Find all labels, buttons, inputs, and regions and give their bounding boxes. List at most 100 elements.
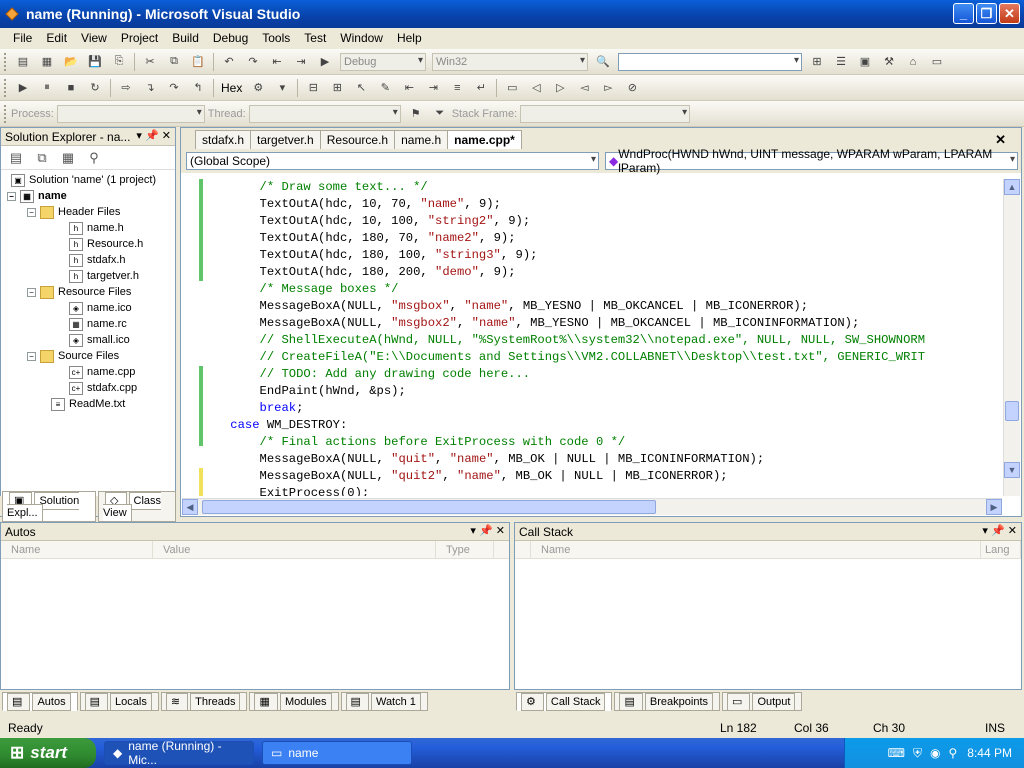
toolbox-icon[interactable]: ⚒ (879, 53, 899, 71)
process-select[interactable] (56, 104, 205, 123)
close-icon[interactable]: ✕ (1008, 525, 1017, 537)
add-item-icon[interactable]: ▦ (37, 53, 57, 71)
solution-explorer-icon[interactable]: ⊞ (807, 53, 827, 71)
code-line[interactable]: // ShellExecuteA(hWnd, NULL, "%SystemRoo… (201, 332, 1001, 349)
find-in-files-icon[interactable]: 🔍 (593, 53, 613, 71)
tab-output[interactable]: ▭ Output (722, 691, 803, 711)
navigate-backward-icon[interactable]: ⇤ (267, 53, 287, 71)
open-file-icon[interactable]: 📂 (61, 53, 81, 71)
code-line[interactable]: // TODO: Add any drawing code here... (201, 366, 1001, 383)
security-shield-icon[interactable]: ⛨ (913, 746, 922, 761)
horizontal-scrollbar[interactable]: ◀ ▶ (182, 498, 1002, 515)
code-line[interactable]: TextOutA(hdc, 10, 100, "string2", 9); (201, 213, 1001, 230)
tab-autos[interactable]: ▤ Autos (2, 691, 78, 711)
auto-hide-pin-icon[interactable]: 📌 (991, 525, 1005, 537)
command-window-icon[interactable]: ▭ (927, 53, 947, 71)
start-page-icon[interactable]: ⌂ (903, 53, 923, 71)
tree-file-item[interactable]: ≡ ReadMe.txt (1, 396, 175, 412)
step-over-icon[interactable]: ↷ (164, 79, 184, 97)
edit-icon[interactable]: ✎ (375, 79, 395, 97)
stack-frame-select[interactable] (520, 104, 691, 123)
view-code-icon[interactable]: ▦ (59, 150, 77, 166)
code-line[interactable]: EndPaint(hWnd, &ps); (201, 383, 1001, 400)
scope-select[interactable]: (Global Scope) (186, 152, 599, 170)
search-icon[interactable]: ⚲ (949, 746, 958, 760)
horizontal-scroll-thumb[interactable] (202, 500, 656, 514)
column-language[interactable]: Lang (981, 541, 1021, 558)
tree-file-item[interactable]: c+ name.cpp (1, 364, 175, 380)
code-line[interactable]: TextOutA(hdc, 180, 100, "string3", 9); (201, 247, 1001, 264)
tab-stdafx-h[interactable]: stdafx.h (195, 130, 252, 149)
properties-icon[interactable]: ▤ (7, 150, 25, 166)
stop-debugging-icon[interactable]: ■ (61, 79, 81, 97)
menu-view[interactable]: View (74, 31, 114, 45)
tab-locals[interactable]: ▤ Locals (79, 691, 159, 711)
taskbar-item-name[interactable]: ▭ name (262, 741, 412, 765)
collapse-icon[interactable]: − (27, 207, 36, 217)
code-line[interactable]: // CreateFileA("E:\\Documents and Settin… (201, 349, 1001, 366)
column-value[interactable]: Value (153, 541, 436, 558)
toolbar-grip[interactable] (4, 104, 7, 123)
navigate-forward-icon[interactable]: ⇥ (291, 53, 311, 71)
auto-hide-pin-icon[interactable]: 📌 (145, 130, 159, 142)
code-line[interactable]: MessageBoxA(NULL, "msgbox", "name", MB_Y… (201, 298, 1001, 315)
code-line[interactable]: /* Final actions before ExitProcess with… (201, 434, 1001, 451)
prev-folder-bookmark-icon[interactable]: ◅ (574, 79, 594, 97)
code-line[interactable]: TextOutA(hdc, 180, 200, "demo", 9); (201, 264, 1001, 281)
start-icon[interactable]: ▶ (315, 53, 335, 71)
auto-hide-pin-icon[interactable]: 📌 (479, 525, 493, 537)
collapse-icon[interactable]: − (27, 287, 36, 297)
paste-icon[interactable]: 📋 (188, 53, 208, 71)
align-icon[interactable]: ≡ (447, 79, 467, 97)
tree-folder-resource[interactable]: − Resource Files (1, 284, 175, 300)
tab-threads[interactable]: ≋ Threads (160, 691, 248, 711)
minimize-button[interactable]: _ (953, 3, 974, 24)
scroll-left-icon[interactable]: ◀ (182, 499, 198, 515)
code-line[interactable]: TextOutA(hdc, 10, 70, "name", 9); (201, 196, 1001, 213)
new-project-icon[interactable]: ▤ (13, 53, 33, 71)
save-all-icon[interactable]: ⎘ (109, 53, 129, 71)
toggle-flag-icon[interactable]: ⚑ (406, 105, 426, 123)
show-next-statement-icon[interactable]: ⇨ (116, 79, 136, 97)
restart-icon[interactable]: ↻ (85, 79, 105, 97)
object-browser-icon[interactable]: ▣ (855, 53, 875, 71)
tab-name-cpp[interactable]: name.cpp* (447, 130, 522, 149)
code-line[interactable]: TextOutA(hdc, 180, 70, "name2", 9); (201, 230, 1001, 247)
column-name[interactable]: Name (1, 541, 153, 558)
menu-debug[interactable]: Debug (206, 31, 255, 45)
menu-build[interactable]: Build (165, 31, 206, 45)
menu-project[interactable]: Project (114, 31, 165, 45)
code-line[interactable]: ExitProcess(0); (201, 485, 1001, 496)
start-button[interactable]: ⊞ start (0, 738, 96, 768)
scroll-up-icon[interactable]: ▲ (1004, 179, 1020, 195)
tree-folder-source[interactable]: − Source Files (1, 348, 175, 364)
column-type[interactable]: Type (436, 541, 494, 558)
tab-modules[interactable]: ▦ Modules (249, 691, 339, 711)
indent-increase-icon[interactable]: ⇥ (423, 79, 443, 97)
window-position-icon[interactable]: ▾ (136, 130, 142, 142)
class-diagram-icon[interactable]: ⚲ (85, 150, 103, 166)
filter-icon[interactable]: ⏷ (430, 105, 450, 123)
code-line[interactable]: case WM_DESTROY: (201, 417, 1001, 434)
tree-file-item[interactable]: h Resource.h (1, 236, 175, 252)
close-icon[interactable]: ✕ (162, 130, 171, 142)
step-out-icon[interactable]: ↰ (188, 79, 208, 97)
menu-test[interactable]: Test (297, 31, 333, 45)
breakpoints-icon[interactable]: ⚙ (248, 79, 268, 97)
wrap-icon[interactable]: ↵ (471, 79, 491, 97)
taskbar-item-visual-studio[interactable]: ◆ name (Running) - Mic... (104, 739, 254, 767)
window-position-icon[interactable]: ▾ (982, 525, 988, 537)
function-select[interactable]: ◆ WndProc(HWND hWnd, UINT message, WPARAM… (605, 147, 1018, 175)
continue-icon[interactable]: ▶ (13, 79, 33, 97)
column-name[interactable]: Name (531, 541, 981, 558)
cut-icon[interactable]: ✂ (140, 53, 160, 71)
tab-breakpoints[interactable]: ▤ Breakpoints (614, 691, 720, 711)
indent-decrease-icon[interactable]: ⇤ (399, 79, 419, 97)
step-into-icon[interactable]: ↴ (140, 79, 160, 97)
close-button[interactable]: ✕ (999, 3, 1020, 24)
tree-project-node[interactable]: − ▦ name (1, 188, 175, 204)
next-folder-bookmark-icon[interactable]: ▻ (598, 79, 618, 97)
prev-bookmark-icon[interactable]: ◁ (526, 79, 546, 97)
tree-file-item[interactable]: h name.h (1, 220, 175, 236)
tree-folder-header[interactable]: − Header Files (1, 204, 175, 220)
